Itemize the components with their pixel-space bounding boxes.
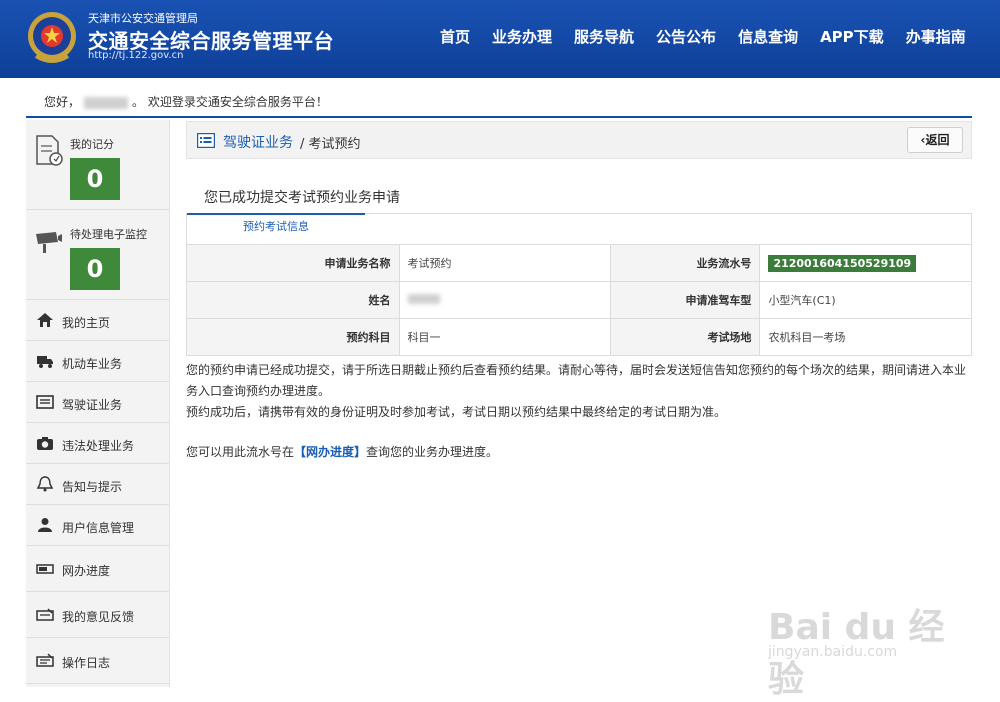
sidebar-item-label: 我的意见反馈 xyxy=(62,610,135,624)
label-business-name: 申请业务名称 xyxy=(186,244,400,282)
sidebar-item-label: 机动车业务 xyxy=(62,357,123,371)
breadcrumb: 驾驶证业务 / 考试预约 ‹返回 xyxy=(186,121,972,159)
serial-number-badge: 212001604150529109 xyxy=(768,254,917,272)
sidebar-item-notice[interactable]: 告知与提示 xyxy=(26,464,169,505)
log-icon xyxy=(36,653,54,667)
score-value: 0 xyxy=(70,158,120,200)
progress-prefix: 您可以用此流水号在 xyxy=(186,445,295,459)
label-subject: 预约科目 xyxy=(186,318,400,356)
police-emblem-logo xyxy=(28,12,76,63)
progress-icon xyxy=(36,564,54,574)
feedback-icon xyxy=(36,608,54,621)
baidu-watermark: Bai du 经验 jingyan.baidu.com xyxy=(768,580,968,700)
note-submitted: 您的预约申请已经成功提交，请于所选日期截止预约后查看预约结果。请耐心等待，届时会… xyxy=(186,363,967,398)
back-button[interactable]: ‹返回 xyxy=(907,127,963,153)
progress-hint: 您可以用此流水号在【网办进度】查询您的业务办理进度。 xyxy=(186,443,498,460)
back-button-label: 返回 xyxy=(925,133,950,147)
home-icon xyxy=(37,313,53,327)
sidebar: 我的记分 0 待处理电子监控 0 我的主页 机动车业务 驾驶证业务 违法处理业务… xyxy=(26,120,170,687)
header: 天津市公安交通管理局 交通安全综合服务管理平台 http://tj.122.go… xyxy=(0,0,1000,78)
nav-guide[interactable]: 办事指南 xyxy=(906,26,966,47)
surveillance-camera-icon xyxy=(36,232,62,253)
welcome-message: 您好， 。 欢迎登录交通安全综合服务平台！ xyxy=(44,93,328,110)
value-subject: 科目一 xyxy=(398,318,612,356)
sidebar-item-user-info[interactable]: 用户信息管理 xyxy=(26,505,169,546)
nav-service-guide[interactable]: 服务导航 xyxy=(574,26,634,47)
progress-suffix: 查询您的业务办理进度。 xyxy=(366,445,499,459)
sidebar-item-label: 用户信息管理 xyxy=(62,521,135,535)
score-label: 我的记分 xyxy=(70,138,114,151)
value-name-cell xyxy=(398,281,612,319)
org-name: 天津市公安交通管理局 xyxy=(88,12,198,25)
nav-announcements[interactable]: 公告公布 xyxy=(656,26,716,47)
blurred-name xyxy=(407,293,440,304)
sidebar-item-home[interactable]: 我的主页 xyxy=(26,300,169,341)
score-card[interactable]: 我的记分 0 xyxy=(26,120,169,210)
sidebar-item-license[interactable]: 驾驶证业务 xyxy=(26,382,169,423)
sidebar-item-label: 告知与提示 xyxy=(62,480,123,494)
value-serial-cell: 212001604150529109 xyxy=(759,244,972,282)
label-serial-number: 业务流水号 xyxy=(610,244,761,282)
progress-link[interactable]: 【网办进度】 xyxy=(294,445,366,459)
table-row: 申请业务名称 考试预约 业务流水号 212001604150529109 xyxy=(186,244,972,282)
user-icon xyxy=(38,518,52,532)
sidebar-item-label: 操作日志 xyxy=(62,656,111,670)
note-attend: 预约成功后，请携带有效的身份证明及时参加考试，考试日期以预约结果中最终给定的考试… xyxy=(186,405,727,419)
success-title: 您已成功提交考试预约业务申请 xyxy=(204,190,400,206)
sidebar-item-feedback[interactable]: 我的意见反馈 xyxy=(26,592,169,638)
tab-bar: 预约考试信息 xyxy=(186,213,972,244)
breadcrumb-license-business[interactable]: 驾驶证业务 xyxy=(223,132,293,152)
sidebar-item-label: 违法处理业务 xyxy=(62,439,135,453)
truck-icon xyxy=(37,356,53,368)
label-exam-site: 考试场地 xyxy=(610,318,761,356)
tab-exam-info[interactable]: 预约考试信息 xyxy=(187,213,365,243)
label-vehicle-type: 申请准驾车型 xyxy=(610,281,761,319)
sidebar-item-log[interactable]: 操作日志 xyxy=(26,638,169,684)
sidebar-item-label: 驾驶证业务 xyxy=(62,398,123,412)
welcome-divider xyxy=(26,116,972,118)
blurred-username xyxy=(84,96,129,109)
nav-info-query[interactable]: 信息查询 xyxy=(738,26,798,47)
sidebar-item-violation[interactable]: 违法处理业务 xyxy=(26,423,169,464)
list-icon xyxy=(197,133,215,148)
pending-monitor-label: 待处理电子监控 xyxy=(70,228,147,241)
license-card-icon xyxy=(36,395,54,409)
sidebar-item-label: 网办进度 xyxy=(62,564,111,578)
pending-monitor-card[interactable]: 待处理电子监控 0 xyxy=(26,210,169,300)
nav-business[interactable]: 业务办理 xyxy=(492,26,552,47)
welcome-suffix: 。 欢迎登录交通安全综合服务平台！ xyxy=(132,95,328,109)
main-nav: 首页 业务办理 服务导航 公告公布 信息查询 APP下载 办事指南 xyxy=(440,26,966,47)
pending-monitor-value: 0 xyxy=(70,248,120,290)
value-exam-site: 农机科目一考场 xyxy=(759,318,972,356)
score-document-icon xyxy=(36,135,63,166)
welcome-prefix: 您好， xyxy=(44,95,81,109)
nav-app-download[interactable]: APP下载 xyxy=(820,26,884,47)
appointment-info-table: 申请业务名称 考试预约 业务流水号 212001604150529109 姓名 … xyxy=(186,244,972,356)
table-row: 姓名 申请准驾车型 小型汽车(C1) xyxy=(186,281,972,319)
value-business-name: 考试预约 xyxy=(398,244,612,282)
sidebar-item-label: 我的主页 xyxy=(62,316,111,330)
site-url: http://tj.122.gov.cn xyxy=(88,50,184,61)
label-name: 姓名 xyxy=(186,281,400,319)
sidebar-item-progress[interactable]: 网办进度 xyxy=(26,546,169,592)
value-vehicle-type: 小型汽车(C1) xyxy=(759,281,972,319)
bell-icon xyxy=(36,476,54,492)
notes: 您的预约申请已经成功提交，请于所选日期截止预约后查看预约结果。请耐心等待，届时会… xyxy=(186,360,972,423)
breadcrumb-current: / 考试预约 xyxy=(300,137,361,152)
camera-icon xyxy=(37,437,53,450)
nav-home[interactable]: 首页 xyxy=(440,26,470,47)
watermark-url: jingyan.baidu.com xyxy=(768,644,898,660)
table-row: 预约科目 科目一 考试场地 农机科目一考场 xyxy=(186,318,972,356)
sidebar-item-vehicle[interactable]: 机动车业务 xyxy=(26,341,169,382)
